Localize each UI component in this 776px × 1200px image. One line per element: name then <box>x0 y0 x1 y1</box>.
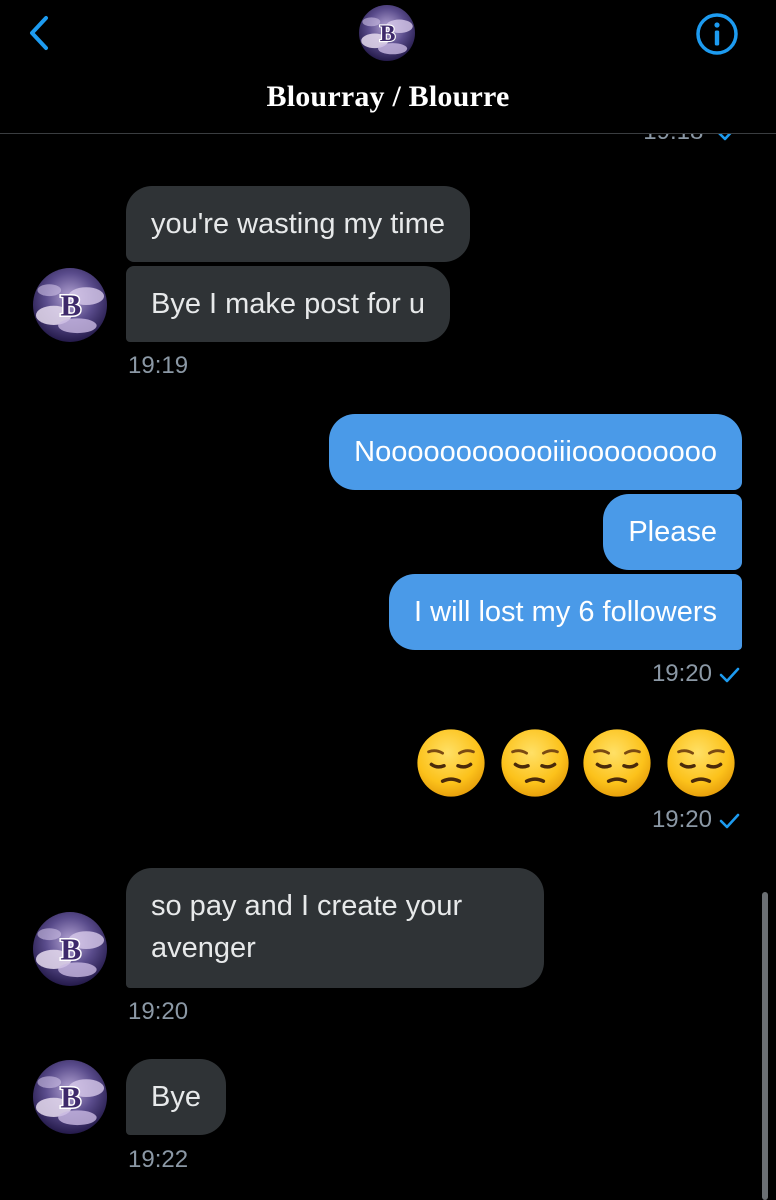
incoming-message[interactable]: Bye <box>126 1059 226 1135</box>
message-timestamp: 19:20 <box>652 660 740 688</box>
outgoing-message[interactable]: Noooooooooooiiiooooooooo <box>329 414 742 490</box>
outgoing-message[interactable]: Please <box>603 494 742 570</box>
incoming-message[interactable]: so pay and I create your avenger <box>126 868 544 988</box>
pensive-face-emoji-icon <box>500 728 570 798</box>
back-button[interactable] <box>22 10 62 56</box>
pensive-face-emoji-icon <box>666 728 736 798</box>
check-icon <box>718 134 732 140</box>
pensive-face-emoji-icon <box>416 728 486 798</box>
check-icon <box>719 813 740 828</box>
emoji-message[interactable] <box>416 728 742 800</box>
conversation-header: Blourray / Blourre <box>0 0 776 134</box>
check-icon <box>719 667 740 682</box>
message-text-line: avenger <box>151 932 256 964</box>
message-timestamp: 19:20 <box>128 998 189 1025</box>
message-text: Noooooooooooiiiooooooooo <box>354 436 717 468</box>
message-text-line: so pay and I create your <box>151 890 463 922</box>
message-timestamp: 19:20 <box>652 806 740 834</box>
conversation-info-button[interactable] <box>694 11 740 57</box>
outgoing-message[interactable]: I will lost my 6 followers <box>389 574 742 650</box>
message-text: you're wasting my time <box>151 208 446 240</box>
message-feed[interactable]: 19:18 you're wasting my time Bye I make … <box>0 134 776 1200</box>
message-text: I will lost my 6 followers <box>414 596 717 628</box>
chevron-left-icon <box>30 16 48 50</box>
message-timestamp: 19:22 <box>128 1146 189 1173</box>
info-icon <box>696 13 738 55</box>
message-text: Bye I make post for u <box>151 288 426 320</box>
conversation-title: Blourray / Blourre <box>266 80 510 113</box>
scrollbar[interactable] <box>762 892 768 1200</box>
message-timestamp: 19:19 <box>128 352 189 379</box>
message-timestamp: 19:18 <box>643 134 738 146</box>
incoming-message[interactable]: you're wasting my time <box>126 186 471 262</box>
sender-avatar[interactable] <box>31 1058 109 1136</box>
sender-avatar[interactable] <box>31 266 109 344</box>
message-text: Bye <box>151 1081 201 1113</box>
sender-avatar[interactable] <box>31 910 109 988</box>
pensive-face-emoji-icon <box>582 728 652 798</box>
header-avatar[interactable] <box>357 3 417 63</box>
message-text: Please <box>628 516 717 548</box>
incoming-message[interactable]: Bye I make post for u <box>126 266 451 342</box>
